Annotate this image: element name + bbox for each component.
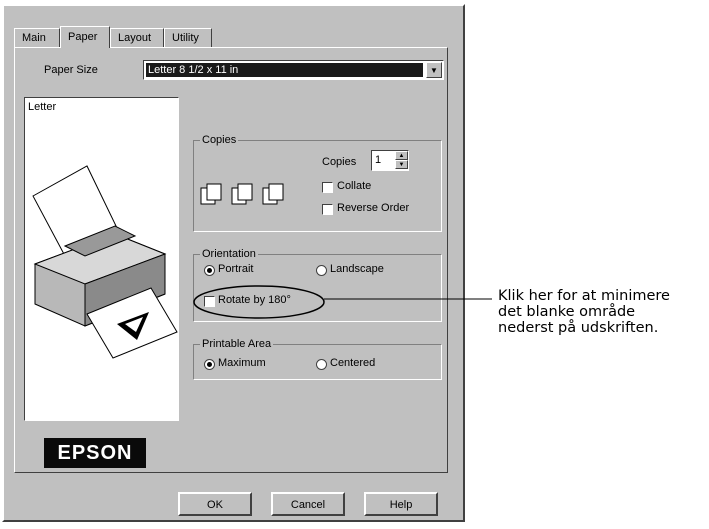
printer-illustration-icon <box>32 165 178 359</box>
annotation-line-2: det blanke område <box>498 304 636 320</box>
copies-label: Copies <box>322 156 357 168</box>
paper-size-value: Letter 8 1/2 x 11 in <box>146 63 423 77</box>
collate-label: Collate <box>337 180 372 192</box>
annotation-line-3: nederst på udskriften. <box>498 320 659 336</box>
tab-utility[interactable]: Utility <box>164 28 212 47</box>
preview-paper-label: Letter <box>28 101 57 113</box>
annotation-line-1: Klik her for at minimere <box>498 288 670 304</box>
collate-checkbox[interactable] <box>322 182 333 193</box>
orientation-group-title: Orientation <box>200 248 258 260</box>
maximum-radio[interactable] <box>204 359 215 370</box>
reverse-order-label: Reverse Order <box>337 202 410 214</box>
help-button[interactable]: Help <box>364 492 438 516</box>
ok-button[interactable]: OK <box>178 492 252 516</box>
copies-value: 1 <box>375 154 382 166</box>
chevron-down-icon[interactable]: ▼ <box>395 160 408 169</box>
landscape-radio[interactable] <box>316 265 327 276</box>
chevron-up-icon[interactable]: ▲ <box>395 151 408 160</box>
paper-preview: Letter EPSON <box>24 97 179 468</box>
rotate-180-label: Rotate by 180° <box>218 294 291 306</box>
cancel-button[interactable]: Cancel <box>271 492 345 516</box>
printable-area-group-title: Printable Area <box>200 338 274 350</box>
maximum-label: Maximum <box>218 357 266 369</box>
copies-stepper[interactable]: 1 ▲ ▼ <box>371 150 409 171</box>
portrait-label: Portrait <box>218 263 254 275</box>
tab-main[interactable]: Main <box>14 28 60 47</box>
tab-paper[interactable]: Paper <box>60 26 110 48</box>
paper-size-select[interactable]: Letter 8 1/2 x 11 in ▼ <box>143 60 444 80</box>
centered-radio[interactable] <box>316 359 327 370</box>
landscape-label: Landscape <box>330 263 384 275</box>
paper-size-label: Paper Size <box>44 64 98 76</box>
portrait-radio[interactable] <box>204 265 215 276</box>
dropdown-arrow-icon[interactable]: ▼ <box>426 62 442 78</box>
collate-pages-icon <box>200 183 284 205</box>
centered-label: Centered <box>330 357 376 369</box>
tab-layout[interactable]: Layout <box>110 28 164 47</box>
epson-logo: EPSON <box>44 438 146 468</box>
copies-group-title: Copies <box>200 134 239 146</box>
reverse-order-checkbox[interactable] <box>322 204 333 215</box>
callout-annotation: Klik her for at minimere det blanke områ… <box>498 288 670 336</box>
rotate-180-checkbox[interactable] <box>204 296 215 307</box>
